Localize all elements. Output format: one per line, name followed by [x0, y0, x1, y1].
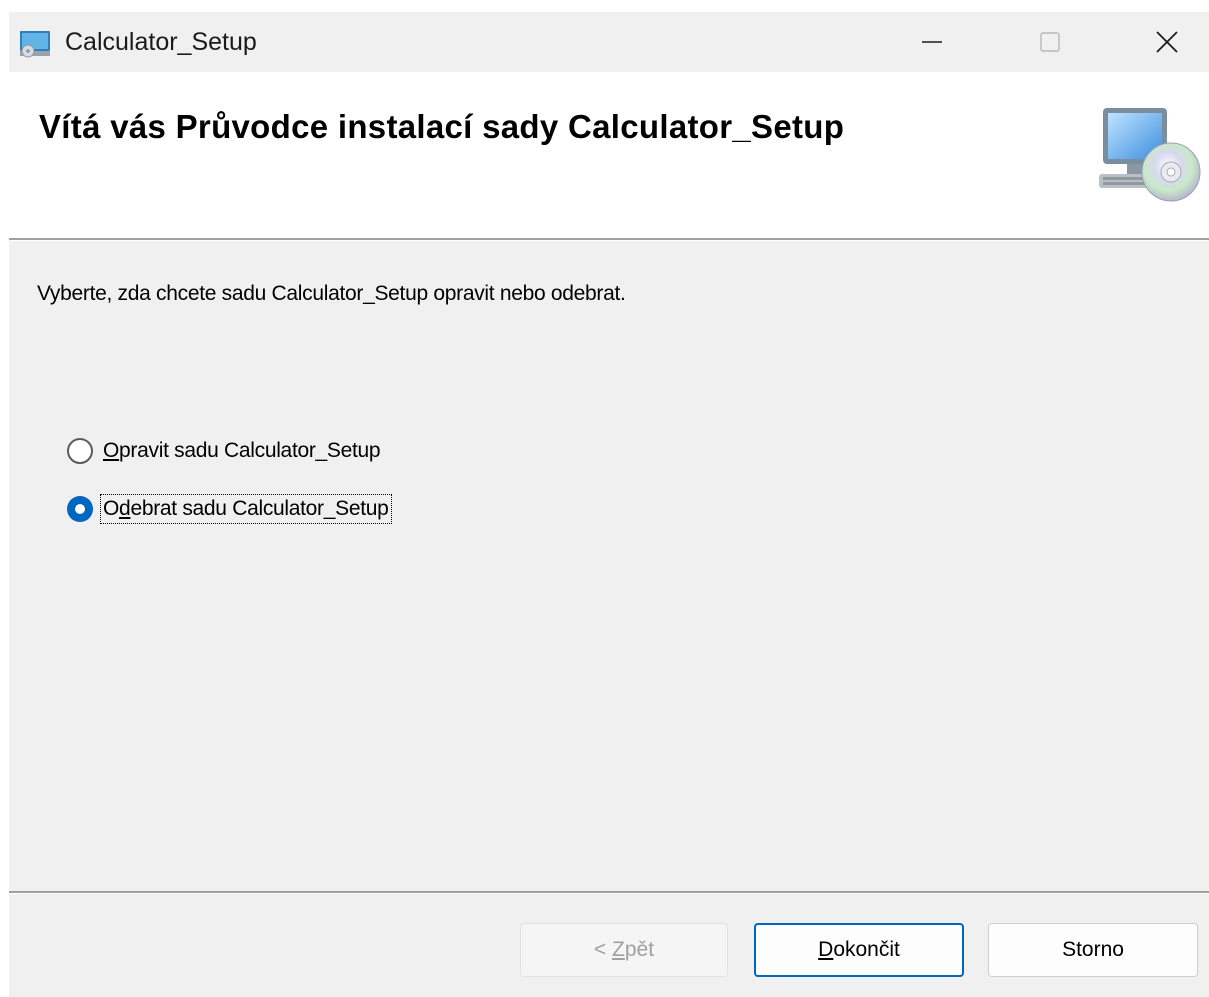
installer-computer-icon [20, 31, 50, 58]
remove-option[interactable]: Odebrat sadu Calculator_Setup [67, 494, 392, 524]
repair-radio[interactable] [67, 438, 93, 464]
finish-button-access-key: D [818, 938, 834, 961]
minimize-icon [922, 41, 942, 43]
close-icon [1156, 31, 1178, 53]
back-button-label: pět [624, 938, 655, 961]
window-title: Calculator_Setup [65, 28, 257, 56]
remove-label-prefix: O [103, 497, 120, 520]
computer-cd-icon [1099, 108, 1201, 202]
header-banner: Vítá vás Průvodce instalací sady Calcula… [9, 72, 1209, 238]
title-bar[interactable]: Calculator_Setup [9, 12, 1209, 72]
footer-separator [9, 891, 1209, 894]
back-button[interactable]: < Zpět [520, 923, 728, 977]
cancel-button-label: Storno [1062, 938, 1124, 961]
header-separator [9, 238, 1209, 241]
minimize-button[interactable] [902, 12, 962, 72]
page-title: Vítá vás Průvodce instalací sady Calcula… [39, 108, 845, 145]
finish-button[interactable]: Dokončit [754, 923, 964, 977]
remove-access-key: d [119, 497, 131, 520]
installer-window: Calculator_Setup Vítá vás Průvodce insta… [9, 12, 1209, 997]
instruction-text: Vyberte, zda chcete sadu Calculator_Setu… [37, 282, 626, 305]
maximize-icon [1040, 32, 1060, 52]
repair-label-text: pravit sadu Calculator_Setup [119, 439, 381, 462]
remove-label-text: ebrat sadu Calculator_Setup [130, 497, 389, 520]
cancel-button[interactable]: Storno [988, 923, 1198, 977]
maximize-button[interactable] [1020, 12, 1080, 72]
repair-option[interactable]: Opravit sadu Calculator_Setup [67, 436, 382, 466]
remove-option-label[interactable]: Odebrat sadu Calculator_Setup [100, 494, 392, 524]
repair-access-key: O [103, 439, 120, 462]
close-button[interactable] [1137, 12, 1197, 72]
finish-button-label: okončit [833, 938, 900, 961]
back-button-prefix: < [593, 938, 613, 961]
remove-radio[interactable] [67, 496, 93, 522]
repair-option-label[interactable]: Opravit sadu Calculator_Setup [101, 437, 382, 465]
back-button-access-key: Z [612, 938, 625, 961]
